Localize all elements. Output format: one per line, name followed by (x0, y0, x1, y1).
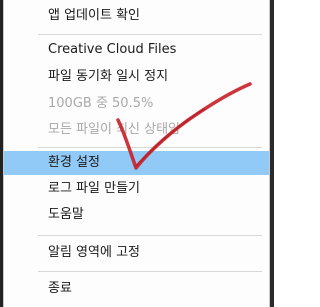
menu-item-creative-cloud-files[interactable]: Creative Cloud Files (4, 38, 269, 62)
menu-item-storage-usage: 100GB 중 50.5% (48, 96, 154, 111)
menu-item-create-log-file[interactable]: 로그 파일 만들기 (4, 177, 269, 201)
context-menu: 앱 업데이트 확인 Creative Cloud Files 파일 동기화 일시… (3, 0, 270, 307)
screenshot: 앱 업데이트 확인 Creative Cloud Files 파일 동기화 일시… (0, 0, 274, 307)
menu-separator (38, 271, 262, 272)
menu-item-preferences[interactable]: 환경 설정 (4, 151, 269, 175)
menu-item-sync-status: 모든 파일이 최신 상태임 (48, 122, 180, 137)
desktop-background-right (270, 0, 274, 307)
menu-separator (38, 34, 262, 35)
menu-separator (38, 235, 262, 236)
menu-item-pause-sync[interactable]: 파일 동기화 일시 정지 (4, 65, 269, 89)
menu-item-check-updates[interactable]: 앱 업데이트 확인 (4, 4, 269, 28)
menu-item-pin-to-tray[interactable]: 알림 영역에 고정 (4, 241, 269, 265)
menu-item-help[interactable]: 도움말 (4, 203, 269, 227)
menu-separator (38, 147, 262, 148)
menu-item-exit[interactable]: 종료 (4, 277, 269, 301)
